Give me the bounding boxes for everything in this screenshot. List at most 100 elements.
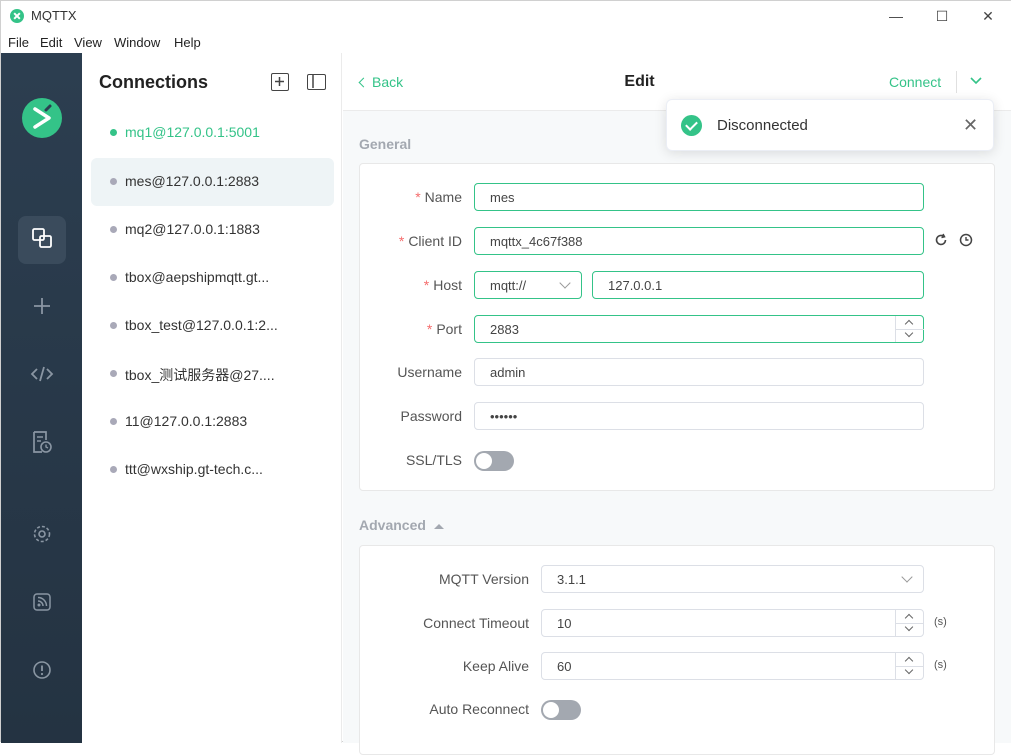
nav-log-button[interactable] xyxy=(18,420,66,468)
connection-label: ttt@wxship.gt-tech.c... xyxy=(125,461,263,477)
plus-icon xyxy=(32,296,52,321)
name-label: * Name xyxy=(360,189,462,205)
port-stepper[interactable] xyxy=(895,316,924,342)
connection-item[interactable]: mes@127.0.0.1:2883 xyxy=(91,158,334,206)
edit-connection-view: Back Edit Connect General * Name mes * Cli… xyxy=(343,53,1011,755)
connection-item[interactable]: ttt@wxship.gt-tech.c... xyxy=(91,446,334,494)
chevron-up-icon xyxy=(904,656,914,666)
connect-options-button[interactable] xyxy=(969,73,983,91)
chevron-down-icon xyxy=(904,665,914,675)
nav-connections-button[interactable] xyxy=(18,216,66,264)
mqtt-version-value: 3.1.1 xyxy=(557,572,586,587)
nav-settings-button[interactable] xyxy=(18,512,66,560)
connections-panel: Connections mq1@127.0.0.1:5001 mes@127.0… xyxy=(82,53,342,743)
nav-new-connection-button[interactable] xyxy=(18,284,66,332)
port-field[interactable]: 2883 xyxy=(474,315,924,343)
port-value: 2883 xyxy=(490,322,519,337)
keep-alive-field[interactable]: 60 xyxy=(541,652,924,680)
username-label: Username xyxy=(397,364,462,380)
menu-bar: File Edit View Window Help xyxy=(1,31,1011,53)
connections-icon xyxy=(31,227,53,254)
client-id-time-button[interactable] xyxy=(959,233,973,252)
client-id-field[interactable]: mqttx_4c67f388 xyxy=(474,227,924,255)
general-card: * Name mes * Client ID mqttx_4c67f388 * Hos… xyxy=(359,163,995,491)
chevron-down-icon xyxy=(970,77,982,85)
connection-label: mq2@127.0.0.1:1883 xyxy=(125,221,260,237)
host-label: * Host xyxy=(360,277,462,293)
connection-item[interactable]: mq1@127.0.0.1:5001 xyxy=(91,109,334,157)
status-dot xyxy=(110,466,117,473)
connection-item[interactable]: 11@127.0.0.1:2883 xyxy=(91,398,334,446)
mqttx-logo-icon xyxy=(10,9,24,23)
keep-alive-value: 60 xyxy=(557,659,572,674)
status-dot xyxy=(110,370,117,377)
window-title: MQTTX xyxy=(31,8,77,23)
timeout-unit: (s) xyxy=(934,616,947,628)
menu-help[interactable]: Help xyxy=(174,35,201,50)
menu-window[interactable]: Window xyxy=(114,35,160,50)
name-field[interactable]: mes xyxy=(474,183,924,211)
disconnected-toast: Disconnected ✕ xyxy=(666,99,994,151)
port-label-text: Port xyxy=(436,321,462,337)
connection-item[interactable]: tbox@aepshipmqtt.gt... xyxy=(91,254,334,302)
toast-close-button[interactable]: ✕ xyxy=(963,116,978,134)
log-icon xyxy=(31,430,53,459)
caret-up-icon xyxy=(433,524,444,529)
ssl-toggle[interactable] xyxy=(474,451,514,471)
advanced-title-text: Advanced xyxy=(359,517,426,533)
minimize-button[interactable]: — xyxy=(885,5,907,27)
chevron-down-icon xyxy=(904,328,914,338)
nav-script-button[interactable] xyxy=(18,352,66,400)
chevron-up-icon xyxy=(904,319,914,329)
feed-icon xyxy=(32,592,52,617)
auto-reconnect-toggle[interactable] xyxy=(541,700,581,720)
refresh-client-id-button[interactable] xyxy=(934,233,948,252)
add-connection-button[interactable] xyxy=(271,73,289,91)
host-label-text: Host xyxy=(433,277,462,293)
ssl-label: SSL/TLS xyxy=(405,452,462,468)
host-field[interactable]: 127.0.0.1 xyxy=(592,271,924,299)
close-window-button[interactable]: ✕ xyxy=(977,5,999,27)
name-label-text: Name xyxy=(424,189,462,205)
connection-label: mes@127.0.0.1:2883 xyxy=(125,173,260,189)
mqtt-version-label: MQTT Version xyxy=(439,571,529,587)
connection-label: tbox_test@127.0.0.1:2... xyxy=(125,317,278,333)
advanced-section-title[interactable]: Advanced xyxy=(359,517,445,533)
code-icon xyxy=(30,364,54,389)
password-label: Password xyxy=(400,408,462,424)
connect-timeout-stepper[interactable] xyxy=(895,610,924,636)
connection-item[interactable]: tbox_测试服务器@27.... xyxy=(91,350,334,398)
connect-timeout-field[interactable]: 10 xyxy=(541,609,924,637)
toggle-sidebar-button[interactable] xyxy=(307,74,326,90)
status-dot xyxy=(110,226,117,233)
username-field[interactable]: admin xyxy=(474,358,924,386)
status-dot xyxy=(110,322,117,329)
maximize-button[interactable]: ☐ xyxy=(931,5,953,27)
gear-icon xyxy=(31,523,53,550)
chevron-down-icon xyxy=(901,571,913,583)
advanced-card: MQTT Version 3.1.1 Connect Timeout 10 (s… xyxy=(359,545,995,755)
connection-item[interactable]: mq2@127.0.0.1:1883 xyxy=(91,206,334,254)
page-title: Edit xyxy=(624,73,655,90)
keep-alive-stepper[interactable] xyxy=(895,653,924,679)
protocol-value: mqtt:// xyxy=(490,278,527,293)
connection-label: 11@127.0.0.1:2883 xyxy=(125,413,248,429)
keep-alive-unit: (s) xyxy=(934,659,947,671)
protocol-select[interactable]: mqtt:// xyxy=(474,271,582,299)
menu-edit[interactable]: Edit xyxy=(40,35,62,50)
connections-title: Connections xyxy=(99,72,209,92)
menu-view[interactable]: View xyxy=(74,35,102,50)
client-id-label: * Client ID xyxy=(360,233,462,249)
clock-icon xyxy=(959,233,973,247)
mqtt-version-select[interactable]: 3.1.1 xyxy=(541,565,924,593)
plus-square-icon xyxy=(275,77,284,86)
password-field[interactable]: •••••• xyxy=(474,402,924,430)
nav-subscriptions-button[interactable] xyxy=(18,580,66,628)
menu-file[interactable]: File xyxy=(8,35,29,50)
connect-button[interactable]: Connect xyxy=(889,74,941,90)
nav-about-button[interactable] xyxy=(18,648,66,696)
required-mark: * xyxy=(415,189,421,205)
connection-item[interactable]: tbox_test@127.0.0.1:2... xyxy=(91,302,334,350)
general-section-title: General xyxy=(359,136,412,152)
required-mark: * xyxy=(398,233,405,249)
